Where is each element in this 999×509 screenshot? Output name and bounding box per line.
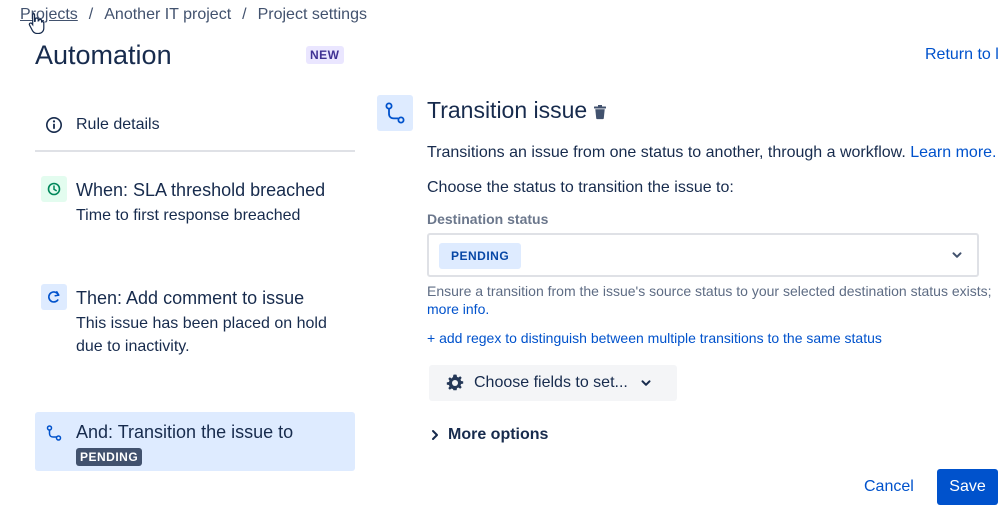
gear-icon (446, 374, 464, 391)
status-badge: PENDING (76, 448, 143, 466)
return-link[interactable]: Return to l (925, 46, 999, 64)
description-text: Transitions an issue from one status to … (427, 144, 911, 161)
step-when-title: When: SLA threshold breached (76, 180, 326, 200)
step-then-subtitle: This issue has been placed on hold due t… (76, 315, 327, 355)
panel-title: Transition issue (427, 97, 588, 123)
step-then-title: Then: Add comment to issue (76, 288, 305, 308)
transition-icon (377, 95, 413, 131)
more-options-toggle[interactable]: More options (429, 426, 548, 444)
learn-more-link[interactable]: Learn more. (910, 144, 996, 161)
breadcrumb-project-settings[interactable]: Project settings (258, 6, 367, 24)
add-regex-link[interactable]: + add regex to distinguish between multi… (427, 330, 882, 346)
rule-details-label: Rule details (76, 116, 160, 133)
page-title: Automation (35, 40, 172, 70)
hint-text: Ensure a transition from the issue's sou… (427, 283, 992, 299)
chevron-down-icon (641, 380, 651, 386)
info-icon (46, 117, 62, 133)
trash-icon[interactable] (592, 104, 608, 120)
step-when-subtitle: Time to first response breached (76, 207, 301, 224)
new-badge: NEW (306, 46, 344, 64)
more-info-link[interactable]: more info. (427, 301, 489, 317)
step-and-title: And: Transition the issue to (76, 422, 294, 442)
cancel-button[interactable]: Cancel (856, 470, 922, 504)
transition-icon (41, 420, 67, 446)
destination-status-label: Destination status (427, 211, 549, 227)
step-when[interactable]: When: SLA threshold breached Time to fir… (35, 172, 355, 232)
hand-cursor-icon (28, 12, 45, 34)
breadcrumb-separator: / (242, 6, 247, 23)
status-hint: Ensure a transition from the issue's sou… (427, 282, 999, 318)
clock-icon (41, 176, 67, 202)
comment-icon (41, 284, 67, 310)
choose-status-label: Choose the status to transition the issu… (427, 179, 734, 196)
save-button[interactable]: Save (937, 469, 998, 505)
status-lozenge: PENDING (439, 243, 522, 269)
chevron-down-icon (952, 252, 962, 258)
chevron-right-icon (432, 430, 438, 440)
panel-description: Transitions an issue from one status to … (427, 144, 996, 162)
destination-status-select[interactable]: PENDING (427, 233, 979, 277)
breadcrumb: Projects / Another IT project / Project … (20, 6, 367, 24)
breadcrumb-separator: / (88, 6, 94, 23)
step-then[interactable]: Then: Add comment to issue This issue ha… (35, 280, 355, 370)
rule-details-item[interactable]: Rule details (35, 100, 355, 152)
more-options-label: More options (448, 426, 549, 443)
choose-fields-label: Choose fields to set... (474, 374, 628, 391)
breadcrumb-project[interactable]: Another IT project (104, 6, 231, 24)
step-and[interactable]: And: Transition the issue to PENDING (35, 412, 355, 471)
choose-fields-button[interactable]: Choose fields to set... (429, 365, 677, 401)
